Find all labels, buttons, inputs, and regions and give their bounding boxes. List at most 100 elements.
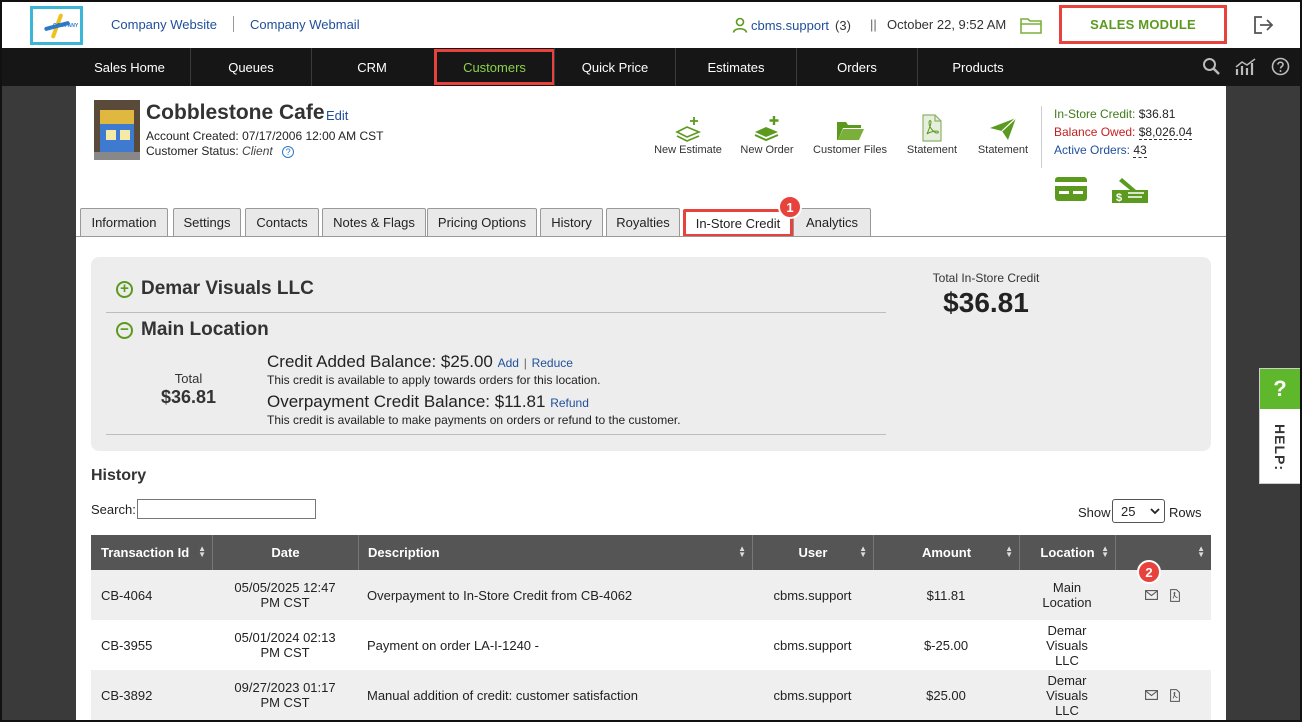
account-created-label: Account Created: (146, 129, 239, 143)
pdf-icon (922, 114, 942, 142)
history-title: History (91, 467, 147, 484)
tab-pricing-options[interactable]: Pricing Options (427, 208, 537, 236)
table-row[interactable]: CB-4064 05/05/2025 12:47 PM CST Overpaym… (91, 570, 1211, 620)
location-row[interactable]: − Main Location (116, 319, 269, 341)
new-order-button[interactable]: New Order (738, 110, 796, 156)
customer-status: Customer Status: Client ? (146, 144, 295, 158)
nav-quick-price[interactable]: Quick Price (554, 48, 675, 86)
cell-description: Payment on order LA-I-1240 - (367, 637, 539, 653)
col-date[interactable]: Date (212, 535, 358, 570)
tab-analytics[interactable]: Analytics (793, 208, 871, 236)
location-name: Main Location (141, 319, 269, 340)
help-icon[interactable] (1271, 57, 1290, 76)
customer-status-value: Client (242, 144, 273, 158)
help-side-tab[interactable]: ? HELP: (1259, 368, 1300, 484)
balance-owed-value[interactable]: $8,026.04 (1138, 125, 1193, 140)
instore-credit-label: In-Store Credit: (1054, 107, 1136, 121)
help-question-icon: ? (1260, 369, 1300, 409)
nav-estimates[interactable]: Estimates (675, 48, 796, 86)
tab-underline (76, 236, 1226, 237)
tab-contacts[interactable]: Contacts (245, 208, 319, 236)
balance-owed-label: Balance Owed: (1054, 125, 1136, 139)
pdf-icon[interactable] (1170, 588, 1180, 602)
expand-plus-icon[interactable]: + (116, 280, 133, 298)
new-estimate-button[interactable]: New Estimate (650, 110, 726, 156)
customer-files-icon (837, 122, 864, 140)
cell-actions (1145, 670, 1211, 720)
status-help-icon[interactable]: ? (282, 145, 295, 158)
user-icon (732, 17, 748, 33)
user-menu[interactable]: cbms.support (3) (732, 17, 851, 33)
active-orders-summary: Active Orders: 43 (1054, 143, 1147, 158)
tab-in-store-credit[interactable]: In-Store Credit (683, 209, 793, 237)
customer-files-button[interactable]: Customer Files (809, 110, 891, 156)
credit-card-icon[interactable] (1054, 176, 1088, 202)
cell-amount: $11.81 (926, 587, 966, 603)
col-transaction-id[interactable]: Transaction Id ▲ ▼ (91, 535, 212, 570)
company-logo[interactable]: COMPANY (30, 6, 83, 45)
nav-queues[interactable]: Queues (190, 48, 311, 86)
cell-location: Main Location (1042, 580, 1092, 610)
current-datetime: October 22, 9:52 AM (887, 17, 1007, 32)
tab-settings[interactable]: Settings (173, 208, 241, 236)
nav-customers[interactable]: Customers (434, 49, 555, 85)
tab-royalties[interactable]: Royalties (606, 208, 680, 236)
account-created: Account Created: 07/17/2006 12:00 AM CST (146, 129, 384, 143)
tab-history[interactable]: History (540, 208, 603, 236)
search-input[interactable] (137, 499, 316, 519)
col-location-label: Location (1040, 545, 1095, 560)
new-estimate-icon (675, 117, 702, 142)
logo-text: COMPANY (53, 23, 79, 29)
add-credit-link[interactable]: Add (498, 356, 519, 370)
nav-sales-home[interactable]: Sales Home (69, 48, 190, 86)
total-instore-credit-label: Total In-Store Credit (932, 271, 1040, 285)
tab-notes-flags[interactable]: Notes & Flags (322, 208, 426, 236)
nav-orders[interactable]: Orders (796, 48, 917, 86)
nav-products[interactable]: Products (917, 48, 1038, 86)
email-icon[interactable] (1145, 690, 1158, 700)
overpayment-label: Overpayment Credit Balance: $11.81 (267, 392, 546, 411)
active-orders-label[interactable]: Active Orders: (1054, 143, 1130, 157)
table-row[interactable]: CB-3955 05/01/2024 02:13 PM CST Payment … (91, 620, 1211, 670)
cell-description: Manual addition of credit: customer sati… (367, 687, 638, 703)
reduce-credit-link[interactable]: Reduce (532, 356, 573, 370)
customer-avatar (94, 100, 140, 160)
col-description-label: Description (368, 545, 440, 560)
statement-send-button[interactable]: Statement (973, 110, 1033, 156)
col-date-label: Date (271, 545, 300, 560)
new-order-icon (754, 116, 779, 142)
refund-link[interactable]: Refund (550, 396, 589, 410)
folder-icon[interactable] (1020, 16, 1042, 34)
cell-description: Overpayment to In-Store Credit from CB-4… (367, 587, 633, 603)
col-amount[interactable]: Amount ▲ ▼ (873, 535, 1019, 570)
discount-tag-icon[interactable]: $ (1110, 176, 1150, 204)
col-location[interactable]: Location ▲ ▼ (1019, 535, 1115, 570)
company-webmail-link[interactable]: Company Webmail (250, 17, 360, 32)
rows-label: Rows (1169, 505, 1202, 520)
collapse-minus-icon[interactable]: − (116, 321, 133, 339)
col-description[interactable]: Description ▲ ▼ (358, 535, 752, 570)
statement-pdf-button[interactable]: Statement (902, 110, 962, 156)
col-user[interactable]: User ▲ ▼ (752, 535, 873, 570)
sales-module-button[interactable]: SALES MODULE (1059, 5, 1227, 44)
email-icon[interactable] (1145, 590, 1158, 600)
analytics-icon[interactable] (1235, 57, 1257, 76)
col-actions[interactable]: ▲ ▼ (1115, 535, 1211, 570)
nav-crm[interactable]: CRM (311, 48, 432, 86)
company-row[interactable]: + Demar Visuals LLC (116, 278, 314, 300)
summary-divider (1041, 106, 1042, 168)
location-total-label: Total (174, 371, 203, 386)
rows-per-page-select[interactable]: 25 (1112, 499, 1165, 523)
active-orders-value[interactable]: 43 (1133, 143, 1147, 158)
search-icon[interactable] (1202, 57, 1221, 76)
user-name: cbms.support (751, 17, 830, 33)
help-tab-label: HELP: (1272, 423, 1288, 471)
company-website-link[interactable]: Company Website (111, 17, 217, 32)
edit-customer-link[interactable]: Edit (326, 108, 348, 123)
statement-pdf-label: Statement (906, 144, 958, 156)
logout-icon[interactable] (1253, 15, 1275, 35)
table-row[interactable]: CB-3892 09/27/2023 01:17 PM CST Manual a… (91, 670, 1211, 720)
pdf-icon[interactable] (1170, 688, 1180, 702)
overpayment-balance: Overpayment Credit Balance: $11.81 Refun… (267, 392, 589, 412)
tab-information[interactable]: Information (80, 208, 168, 236)
